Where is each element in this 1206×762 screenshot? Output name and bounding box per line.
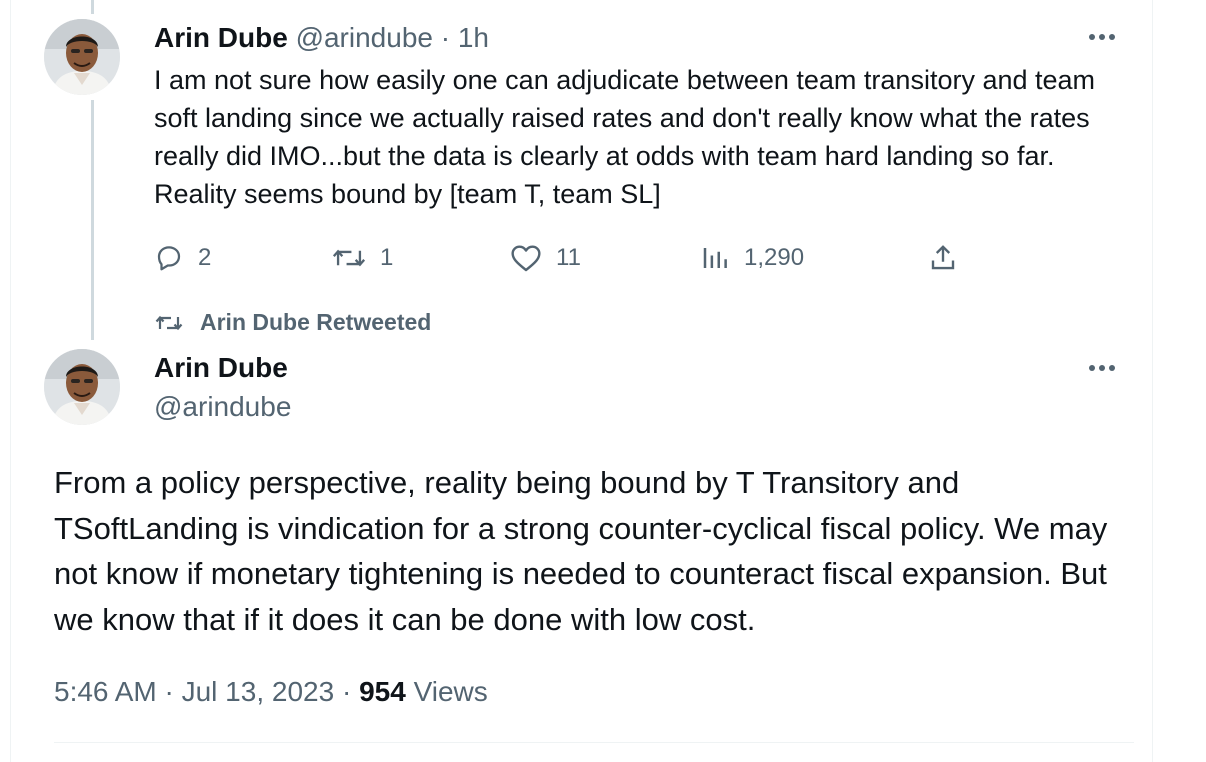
- share-button[interactable]: [928, 238, 958, 278]
- retweet-context: Arin Dube Retweeted: [154, 309, 431, 336]
- avatar[interactable]: [44, 19, 120, 95]
- avatar[interactable]: [44, 349, 120, 425]
- reply-count: 2: [198, 244, 212, 271]
- reply-button[interactable]: 2: [154, 238, 211, 278]
- views-label: Views: [405, 676, 488, 707]
- tweet-text: I am not sure how easily one can adjudic…: [154, 65, 1096, 209]
- share-icon: [931, 245, 955, 270]
- like-button[interactable]: 11: [510, 238, 581, 278]
- author-handle[interactable]: @arindube: [154, 389, 291, 425]
- meta-separator: ·: [334, 676, 360, 707]
- thread-connector: [91, 100, 94, 340]
- timeline-panel: Arin Dube @arindube · 1h I am not sure h…: [10, 0, 1153, 762]
- like-count: 11: [556, 244, 581, 271]
- divider: [54, 742, 1134, 743]
- analytics-icon: [703, 248, 727, 268]
- more-options-button[interactable]: [1087, 27, 1117, 47]
- tweet-timestamp[interactable]: 5:46 AM · Jul 13, 2023: [54, 676, 334, 707]
- retweet-icon: [155, 315, 183, 330]
- tweet-meta: 5:46 AM · Jul 13, 2023 · 954 Views: [54, 672, 488, 712]
- tweet-actions: 2 1 11 1,290: [154, 238, 974, 278]
- more-horizontal-icon: [1089, 34, 1115, 40]
- avatar-image: [44, 349, 120, 425]
- author-name[interactable]: Arin Dube: [154, 22, 288, 53]
- thread-connector-top: [91, 0, 94, 14]
- reply-icon: [157, 246, 181, 271]
- retweet-icon: [332, 249, 366, 267]
- time-separator: ·: [432, 22, 458, 53]
- views-count: 1,290: [744, 244, 805, 271]
- tweet-text: From a policy perspective, reality being…: [54, 465, 1108, 637]
- retweet-button[interactable]: 1: [332, 238, 393, 278]
- author-name[interactable]: Arin Dube: [154, 350, 288, 386]
- author-handle[interactable]: @arindube: [296, 22, 433, 53]
- more-horizontal-icon: [1089, 365, 1115, 371]
- avatar-image: [44, 19, 120, 95]
- heart-icon: [511, 245, 541, 272]
- views-count: 954: [359, 676, 406, 707]
- tweet-time[interactable]: 1h: [458, 22, 489, 53]
- tweet-header: Arin Dube @arindube · 1h: [154, 20, 489, 56]
- retweet-count: 1: [380, 244, 394, 271]
- views-button[interactable]: 1,290: [700, 238, 804, 278]
- retweet-context-label[interactable]: Arin Dube Retweeted: [200, 309, 431, 336]
- more-options-button[interactable]: [1087, 358, 1117, 378]
